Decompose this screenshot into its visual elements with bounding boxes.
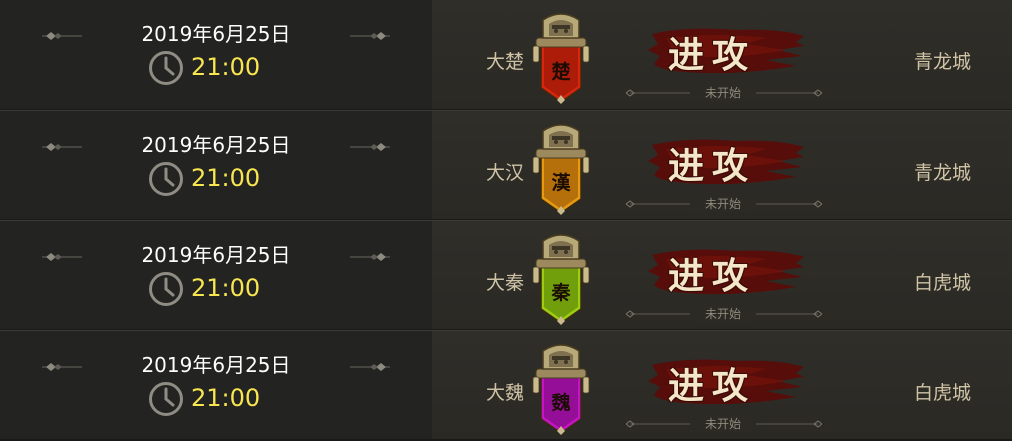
battle-date: 2019年6月25日 (141, 243, 291, 267)
clock-icon (149, 162, 183, 196)
target-city: 青龙城 (914, 51, 972, 73)
kingdom-name: 大魏 (486, 382, 525, 404)
row-time-panel: 2019年6月25日 21:00 (0, 331, 432, 439)
svg-text:魏: 魏 (550, 391, 570, 414)
battle-time: 21:00 (191, 384, 261, 412)
svg-text:漢: 漢 (551, 171, 571, 194)
kingdom-name: 大楚 (486, 51, 525, 73)
battle-date: 2019年6月25日 (141, 133, 291, 157)
target-city: 青龙城 (914, 162, 972, 184)
battle-row[interactable]: 2019年6月25日 21:00 大秦 秦 进攻 未开始 白虎城 (0, 220, 1012, 329)
kingdom-name: 大汉 (486, 162, 525, 184)
attack-button[interactable]: 进攻 (668, 357, 756, 409)
kingdom-banner-icon: 楚 (532, 13, 590, 104)
attack-button[interactable]: 进攻 (668, 247, 756, 299)
svg-text:楚: 楚 (551, 60, 570, 83)
battle-schedule-list: 2019年6月25日 21:00 大楚 楚 进攻 未开始 青龙城 2019年6月… (0, 0, 1012, 441)
attack-button[interactable]: 进攻 (668, 26, 756, 78)
row-time-panel: 2019年6月25日 21:00 (0, 111, 432, 219)
kingdom-banner-icon: 魏 (532, 344, 590, 435)
battle-status: 未开始 (690, 305, 756, 322)
battle-time: 21:00 (191, 53, 261, 81)
battle-date: 2019年6月25日 (141, 353, 291, 377)
battle-row[interactable]: 2019年6月25日 21:00 大楚 楚 进攻 未开始 青龙城 (0, 0, 1012, 109)
battle-time: 21:00 (191, 274, 261, 302)
target-city: 白虎城 (914, 382, 972, 404)
kingdom-name: 大秦 (486, 272, 525, 294)
row-time-panel: 2019年6月25日 21:00 (0, 0, 432, 109)
target-city: 白虎城 (914, 272, 972, 294)
battle-status: 未开始 (690, 415, 756, 432)
battle-status: 未开始 (690, 195, 756, 212)
battle-row[interactable]: 2019年6月25日 21:00 大魏 魏 进攻 未开始 白虎城 (0, 330, 1012, 439)
clock-icon (149, 272, 183, 306)
row-time-panel: 2019年6月25日 21:00 (0, 221, 432, 329)
clock-icon (149, 51, 183, 85)
kingdom-banner-icon: 秦 (532, 234, 590, 325)
clock-icon (149, 382, 183, 416)
battle-date: 2019年6月25日 (141, 22, 291, 46)
battle-status: 未开始 (690, 84, 756, 101)
kingdom-banner-icon: 漢 (532, 124, 590, 215)
svg-text:秦: 秦 (550, 281, 571, 304)
battle-time: 21:00 (191, 164, 261, 192)
attack-button[interactable]: 进攻 (668, 137, 756, 189)
battle-row[interactable]: 2019年6月25日 21:00 大汉 漢 进攻 未开始 青龙城 (0, 110, 1012, 219)
